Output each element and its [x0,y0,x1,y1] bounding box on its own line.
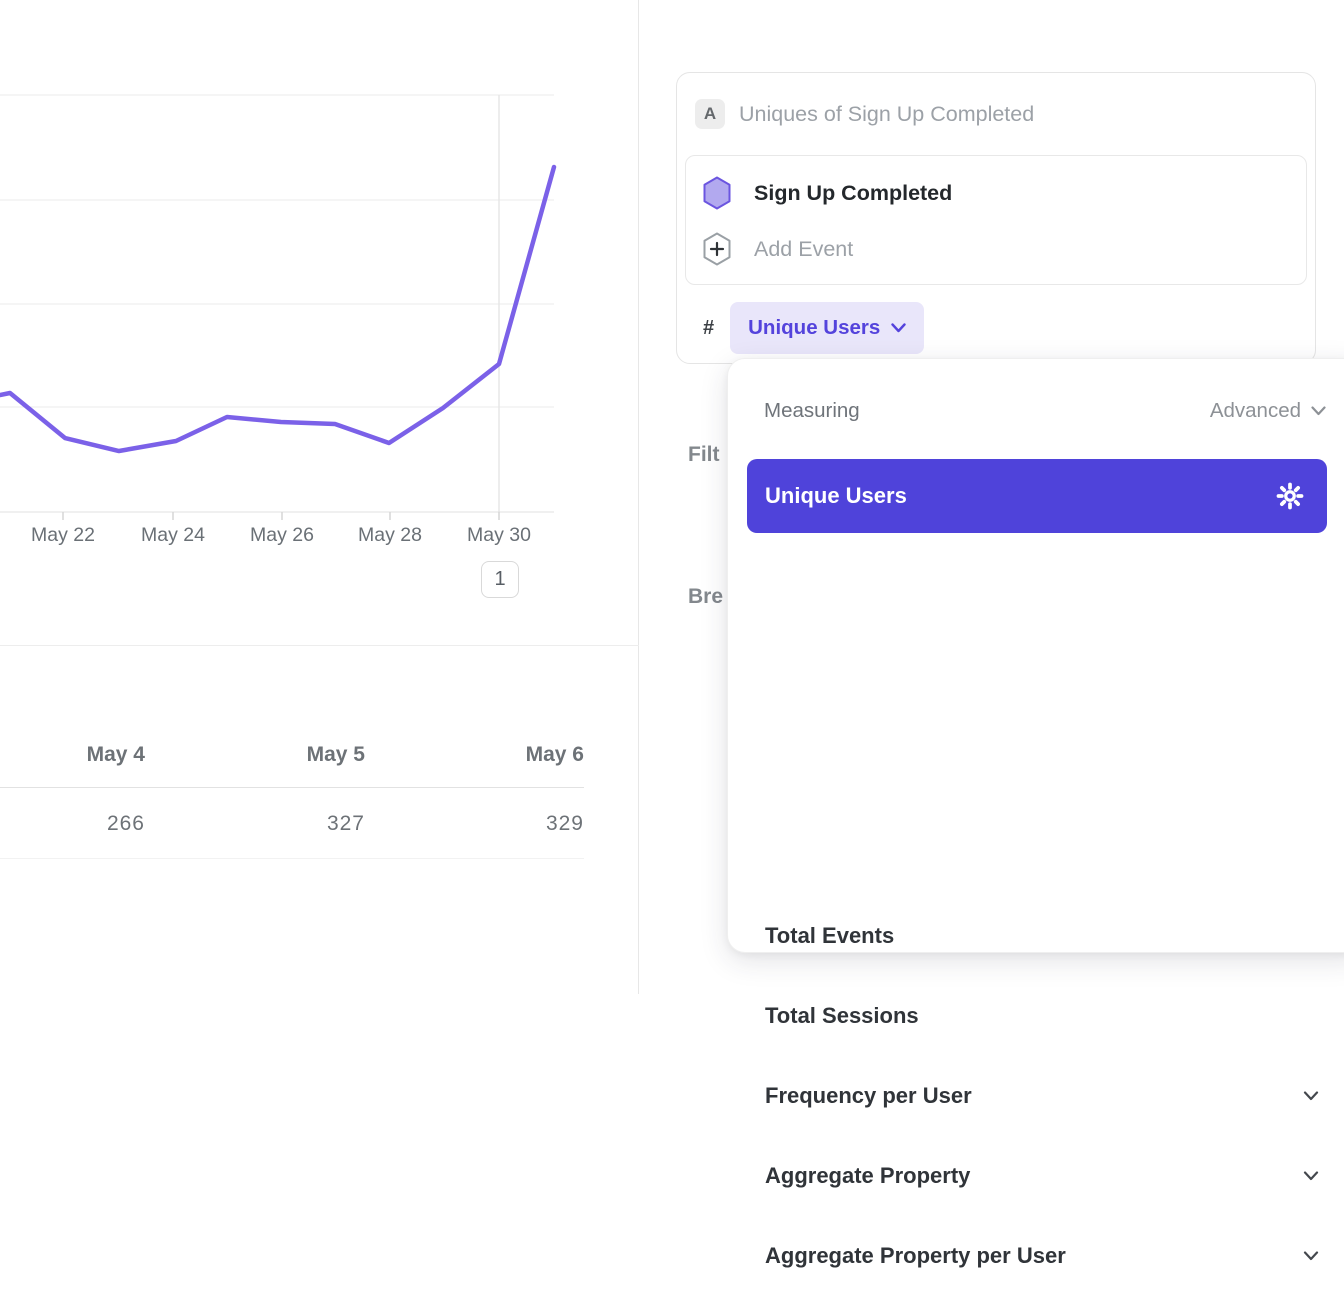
table-row: 266 327 329 [0,789,584,859]
metric-card-header: A Uniques of Sign Up Completed [695,99,1034,129]
metric-card: A Uniques of Sign Up Completed Sign Up C… [676,72,1316,364]
measure-row: # Unique Users [703,302,924,354]
column-header: May 5 [145,646,365,787]
menu-item-total-events[interactable]: Total Events [728,896,1344,976]
chevron-down-icon [1303,1091,1319,1101]
chevron-down-icon [1303,1251,1319,1261]
menu-item-label: Frequency per User [765,1083,972,1109]
chevron-down-icon [1303,1171,1319,1181]
x-tick-label: May 22 [31,524,95,547]
table-cell: 266 [0,789,145,858]
add-event-label: Add Event [754,237,853,262]
menu-item-label: Total Sessions [765,1003,919,1029]
menu-item-label: Unique Users [765,483,907,509]
x-tick-label: May 30 [467,524,531,547]
chevron-down-icon [1311,406,1326,416]
hash-symbol: # [703,317,714,340]
x-axis: May 22 May 24 May 26 May 28 May 30 [0,524,639,554]
menu-item-unique-users[interactable]: Unique Users [747,459,1327,533]
column-header: May 4 [0,646,145,787]
line-chart [0,0,639,600]
advanced-mode-label: Advanced [1210,399,1301,423]
advanced-mode-selector[interactable]: Advanced [1210,399,1326,423]
menu-item-aggregate-property-per-user[interactable]: Aggregate Property per User [728,1216,1344,1296]
series-letter-badge: A [695,99,725,129]
event-box: Sign Up Completed Add Event [685,155,1307,285]
breakdown-section-label: Bre [688,585,723,609]
column-header: May 6 [365,646,584,787]
filter-section-label: Filt [688,443,720,467]
x-tick-label: May 24 [141,524,205,547]
x-tick-label: May 26 [250,524,314,547]
measuring-label: Measuring [764,399,860,423]
table-cell: 329 [365,789,584,858]
menu-item-label: Total Events [765,923,894,949]
pagination-page-button[interactable]: 1 [481,561,519,598]
menu-item-total-sessions[interactable]: Total Sessions [728,976,1344,1056]
gear-icon[interactable] [1275,481,1305,511]
menu-item-label: Aggregate Property per User [765,1243,1066,1269]
x-tick-label: May 28 [358,524,422,547]
chevron-down-icon [891,323,906,333]
event-hexagon-icon [702,176,732,210]
table-header-row: May 4 May 5 May 6 [0,646,584,788]
event-name: Sign Up Completed [754,181,952,206]
menu-header: Measuring Advanced [764,397,1326,425]
add-event-hexagon-icon [702,232,732,266]
event-row-sign-up-completed[interactable]: Sign Up Completed [686,165,1306,221]
chart-panel: May 22 May 24 May 26 May 28 May 30 1 May… [0,0,639,994]
measurement-dropdown-label: Unique Users [748,316,880,340]
menu-item-label: Aggregate Property [765,1163,970,1189]
add-event-button[interactable]: Add Event [686,221,1306,277]
menu-item-aggregate-property[interactable]: Aggregate Property [728,1136,1344,1216]
measurement-dropdown-button[interactable]: Unique Users [730,302,924,354]
measuring-dropdown-menu: Measuring Advanced Unique Users To [727,358,1344,953]
metric-title: Uniques of Sign Up Completed [739,102,1034,127]
table-cell: 327 [145,789,365,858]
chart-line-series [0,167,554,451]
menu-item-frequency-per-user[interactable]: Frequency per User [728,1056,1344,1136]
